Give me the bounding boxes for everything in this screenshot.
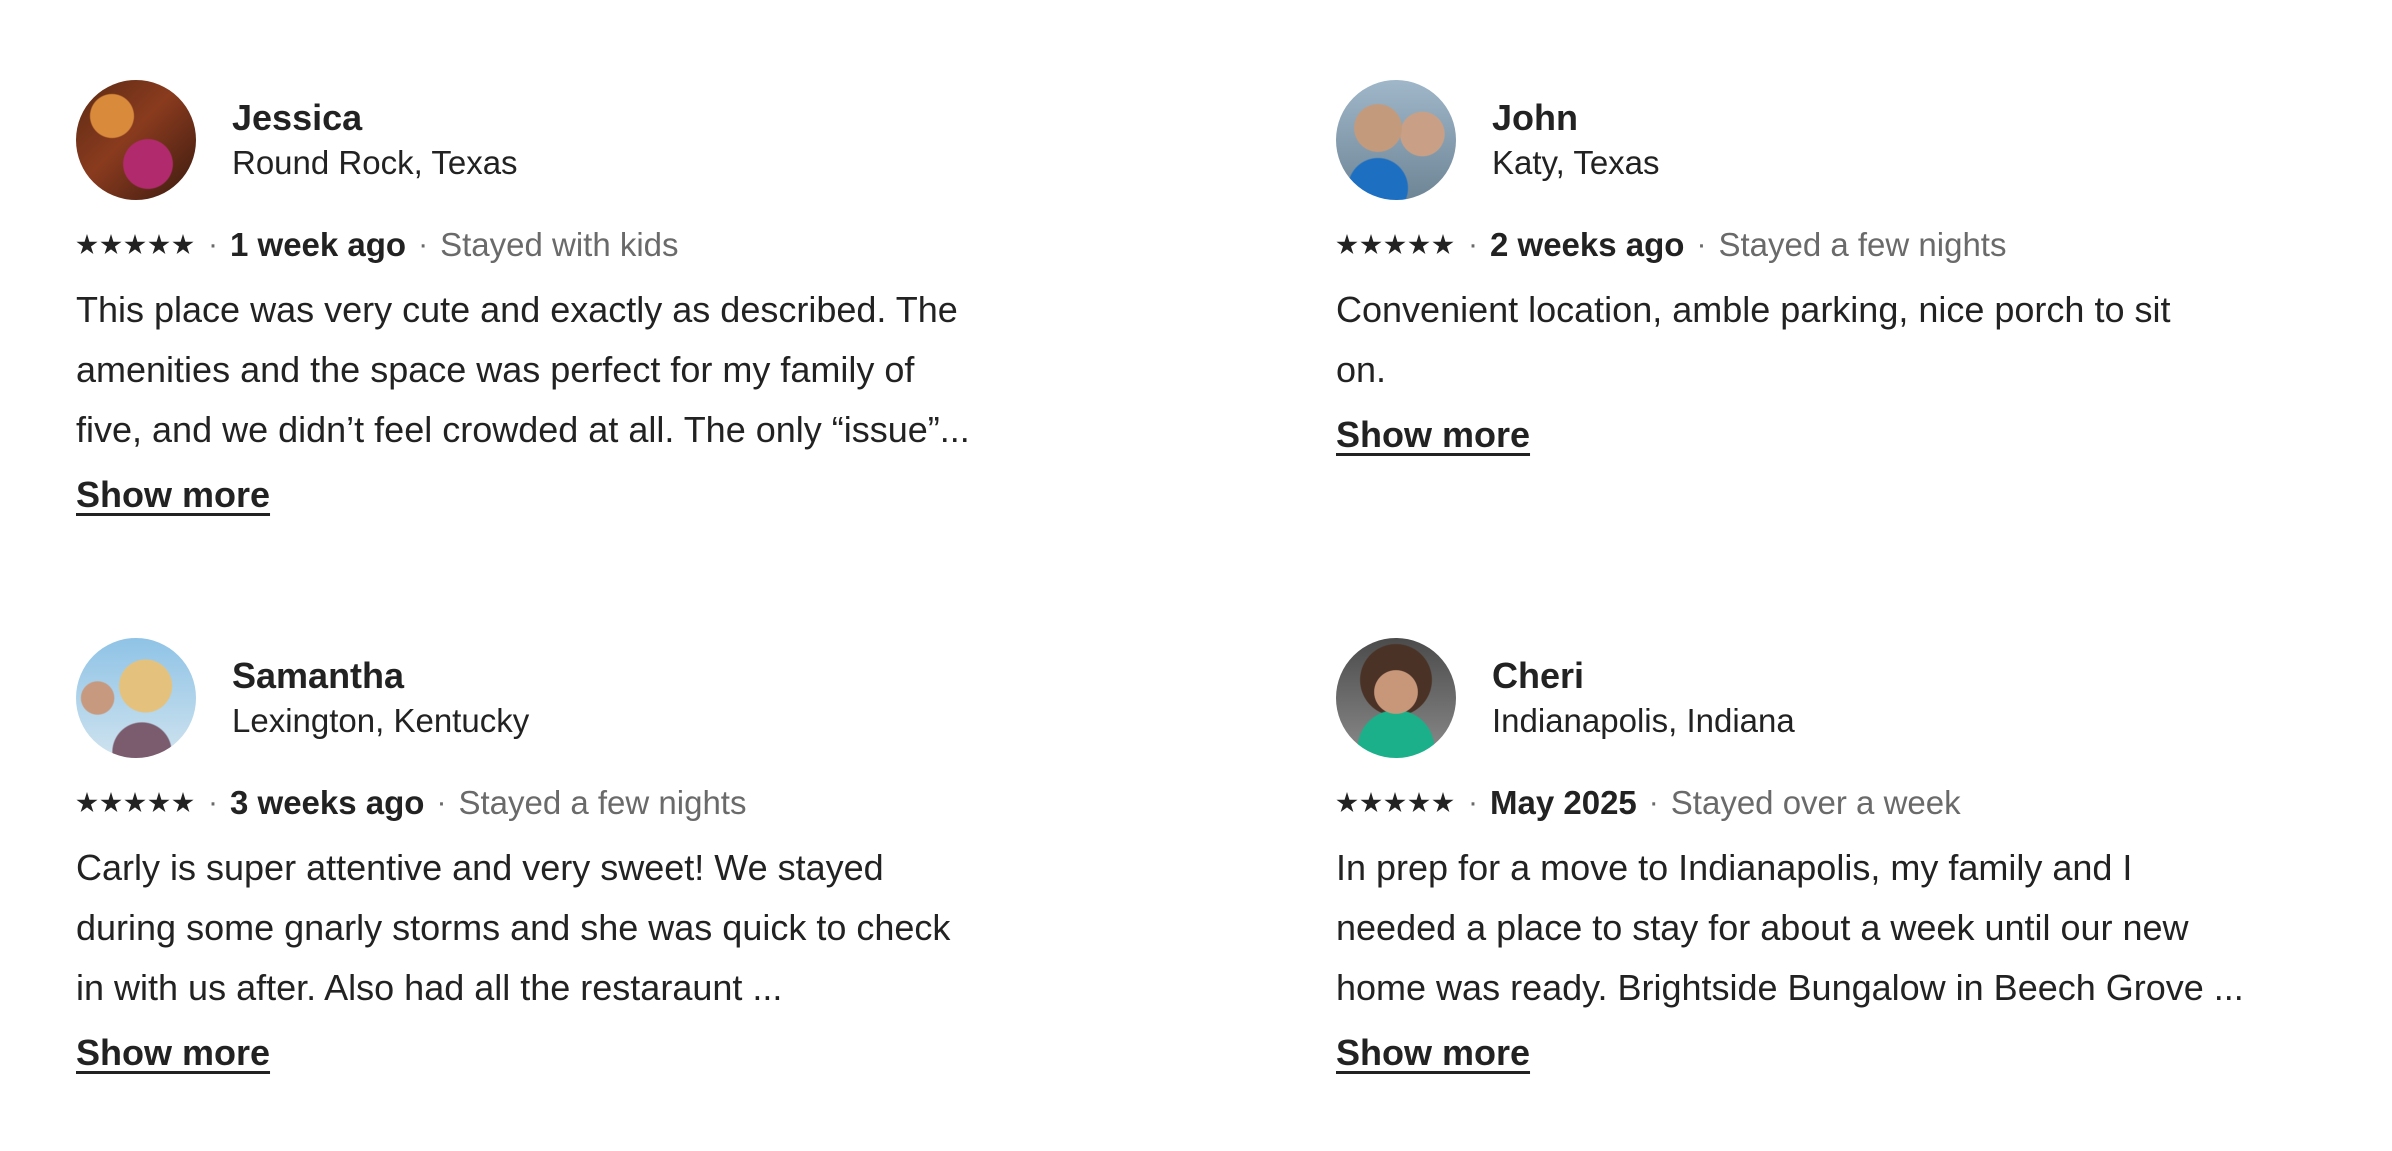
stay-type: Stayed a few nights [458, 784, 747, 821]
review-text-line: during some gnarly storms and she was qu… [76, 907, 951, 948]
review-text-line: amenities and the space was perfect for … [76, 349, 915, 390]
star-icon [1360, 234, 1382, 255]
review-meta: · 2 weeks ago · Stayed a few nights [1336, 222, 2392, 268]
reviewer-location: Katy, Texas [1492, 144, 1660, 181]
stay-type: Stayed with kids [440, 226, 679, 263]
star-icon [1432, 792, 1454, 813]
star-icon [1336, 792, 1358, 813]
reviewer-info: John Katy, Texas [1492, 95, 1660, 185]
star-icon [1432, 234, 1454, 255]
star-rating [76, 792, 196, 814]
reviews-grid: Jessica Round Rock, Texas · 1 week ago ·… [0, 0, 2392, 1151]
separator-dot: · [1468, 228, 1478, 261]
review-meta: · May 2025 · Stayed over a week [1336, 780, 2392, 826]
review-card: Samantha Lexington, Kentucky · 3 weeks a… [76, 638, 1186, 1074]
separator-dot: · [1696, 228, 1707, 261]
separator-dot: · [208, 786, 218, 819]
separator-dot: · [208, 228, 218, 261]
review-text-line: Carly is super attentive and very sweet!… [76, 847, 884, 888]
separator-dot: · [1648, 786, 1659, 819]
separator-dot: · [418, 228, 429, 261]
reviewer-location: Round Rock, Texas [232, 144, 518, 181]
review-meta: · 3 weeks ago · Stayed a few nights [76, 780, 1186, 826]
star-rating [76, 234, 196, 256]
review-text-line: In prep for a move to Indianapolis, my f… [1336, 847, 2133, 888]
stay-type: Stayed a few nights [1718, 226, 2007, 263]
star-icon [124, 792, 146, 813]
reviewer-location: Lexington, Kentucky [232, 702, 530, 739]
reviewer-header: John Katy, Texas [1336, 80, 2392, 200]
reviewer-name: Samantha [232, 655, 405, 696]
review-text-line: needed a place to stay for about a week … [1336, 907, 2189, 948]
review-text: In prep for a move to Indianapolis, my f… [1336, 838, 2392, 1018]
avatar[interactable] [1336, 80, 1456, 200]
star-icon [1384, 792, 1406, 813]
star-icon [124, 234, 146, 255]
review-text-line: This place was very cute and exactly as … [76, 289, 958, 330]
review-text-line: Convenient location, amble parking, nice… [1336, 289, 2171, 330]
avatar[interactable] [1336, 638, 1456, 758]
star-icon [172, 792, 194, 813]
star-icon [172, 234, 194, 255]
reviewer-name: Jessica [232, 97, 363, 138]
star-icon [1384, 234, 1406, 255]
review-text-line: home was ready. Brightside Bungalow in B… [1336, 967, 2244, 1008]
star-icon [100, 792, 122, 813]
review-date: May 2025 [1490, 784, 1637, 821]
star-icon [76, 234, 98, 255]
show-more-button[interactable]: Show more [76, 1032, 270, 1074]
show-more-button[interactable]: Show more [1336, 414, 1530, 456]
reviewer-name: Cheri [1492, 655, 1585, 696]
show-more-button[interactable]: Show more [76, 474, 270, 516]
separator-dot: · [436, 786, 447, 819]
star-icon [1336, 234, 1358, 255]
review-text-line: five, and we didn’t feel crowded at all.… [76, 409, 970, 450]
review-date: 1 week ago [230, 226, 407, 263]
review-text-line: on. [1336, 349, 1387, 390]
star-icon [1360, 792, 1382, 813]
stay-type: Stayed over a week [1670, 784, 1961, 821]
review-meta: · 1 week ago · Stayed with kids [76, 222, 1186, 268]
star-icon [100, 234, 122, 255]
review-text: Carly is super attentive and very sweet!… [76, 838, 1186, 1018]
review-date: 2 weeks ago [1490, 226, 1685, 263]
review-text-line: in with us after. Also had all the resta… [76, 967, 783, 1008]
review-card: Cheri Indianapolis, Indiana · May 2025 ·… [1336, 638, 2392, 1074]
reviewer-header: Jessica Round Rock, Texas [76, 80, 1186, 200]
reviewer-header: Samantha Lexington, Kentucky [76, 638, 1186, 758]
avatar[interactable] [76, 80, 196, 200]
star-icon [148, 792, 170, 813]
review-text: This place was very cute and exactly as … [76, 280, 1186, 460]
review-text: Convenient location, amble parking, nice… [1336, 280, 2392, 400]
reviewer-info: Cheri Indianapolis, Indiana [1492, 653, 1795, 743]
star-icon [1408, 792, 1430, 813]
reviewer-header: Cheri Indianapolis, Indiana [1336, 638, 2392, 758]
review-date: 3 weeks ago [230, 784, 425, 821]
separator-dot: · [1468, 786, 1478, 819]
star-rating [1336, 234, 1456, 256]
review-card: John Katy, Texas · 2 weeks ago · Stayed … [1336, 80, 2392, 456]
show-more-button[interactable]: Show more [1336, 1032, 1530, 1074]
reviewer-name: John [1492, 97, 1578, 138]
star-icon [1408, 234, 1430, 255]
star-rating [1336, 792, 1456, 814]
avatar[interactable] [76, 638, 196, 758]
star-icon [148, 234, 170, 255]
review-card: Jessica Round Rock, Texas · 1 week ago ·… [76, 80, 1186, 516]
star-icon [76, 792, 98, 813]
reviewer-info: Samantha Lexington, Kentucky [232, 653, 529, 743]
reviewer-location: Indianapolis, Indiana [1492, 702, 1795, 739]
reviewer-info: Jessica Round Rock, Texas [232, 95, 518, 185]
